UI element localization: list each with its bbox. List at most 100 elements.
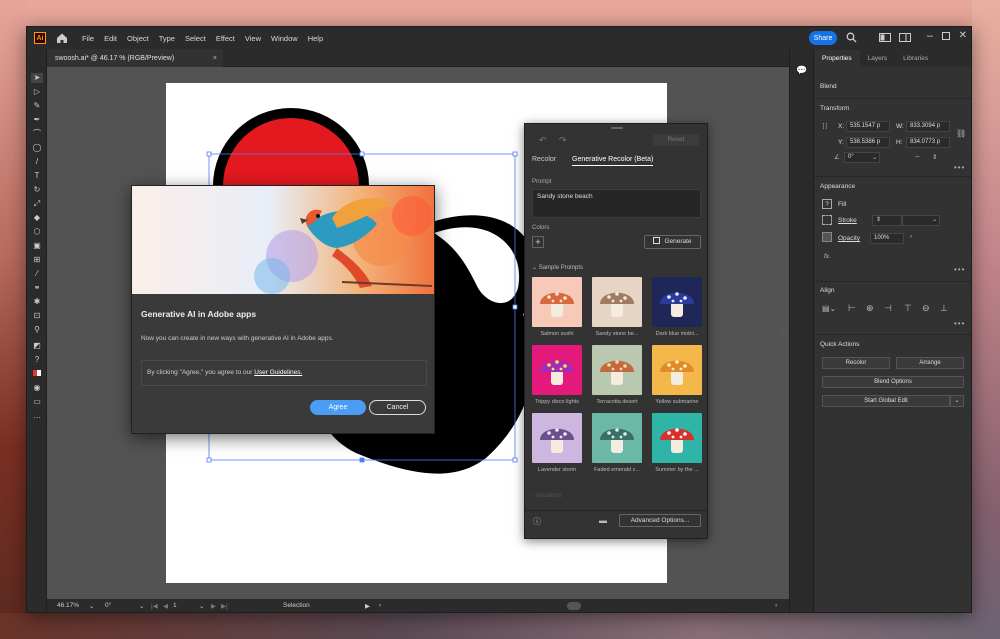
curvature-tool-icon[interactable]: ⌒ <box>31 129 43 139</box>
opacity-field[interactable]: 100% <box>870 233 904 244</box>
tab-properties[interactable]: Properties <box>814 50 860 67</box>
maximize-icon[interactable] <box>942 32 950 40</box>
recolor-button[interactable]: Recolor <box>822 357 890 369</box>
more-tools-icon[interactable]: ··· <box>31 413 43 423</box>
constrain-proportions-icon[interactable]: ⛓ <box>956 129 966 138</box>
tab-libraries[interactable]: Libraries <box>895 55 936 67</box>
appearance-more-icon[interactable]: ••• <box>954 265 965 274</box>
reference-point-icon[interactable]: ⁝⁝ <box>822 121 828 132</box>
folder-icon[interactable]: ▬ <box>599 516 607 525</box>
menu-file[interactable]: File <box>82 34 94 43</box>
advanced-options-button[interactable]: Advanced Options... <box>619 514 701 527</box>
fill-swatch-icon[interactable]: ? <box>822 199 832 209</box>
sample-prompt-thumbnail[interactable] <box>592 345 642 395</box>
sample-prompts-header[interactable]: ⌄ Sample Prompts <box>532 264 583 271</box>
align-left-icon[interactable]: ⊢ <box>848 303 856 314</box>
menu-help[interactable]: Help <box>308 34 323 43</box>
rotation-dropdown-icon[interactable]: ⌄ <box>139 602 144 610</box>
angle-dropdown-icon[interactable]: ⌄ <box>872 153 877 161</box>
menu-type[interactable]: Type <box>159 34 175 43</box>
arrange-documents-icon[interactable] <box>879 33 891 42</box>
magic-wand-tool-icon[interactable]: ✎ <box>31 101 43 111</box>
align-vertical-center-icon[interactable]: ⊖ <box>922 303 930 314</box>
align-right-icon[interactable]: ⊣ <box>884 303 892 314</box>
zoom-dropdown-icon[interactable]: ⌄ <box>89 602 94 610</box>
scroll-right-icon[interactable]: › <box>775 602 777 609</box>
flip-vertical-icon[interactable]: ⇕ <box>932 153 937 161</box>
generate-button[interactable]: Generate <box>644 235 701 249</box>
align-top-icon[interactable]: ⊤ <box>904 303 912 314</box>
start-global-edit-button[interactable]: Start Global Edit <box>822 395 950 407</box>
tab-recolor[interactable]: Recolor <box>532 156 556 163</box>
paintbrush-tool-icon[interactable]: / <box>31 157 43 167</box>
align-horizontal-center-icon[interactable]: ⊕ <box>866 303 874 314</box>
screen-mode-icon[interactable]: ▭ <box>31 397 43 407</box>
workspace-switcher-icon[interactable] <box>899 33 911 42</box>
prompt-input[interactable]: Sandy stone beach <box>532 189 701 218</box>
rotation-value[interactable]: 0° <box>105 602 111 609</box>
w-field[interactable]: 833.3094 p <box>906 121 950 132</box>
menu-object[interactable]: Object <box>127 34 149 43</box>
global-edit-dropdown-icon[interactable]: ⌄ <box>950 395 964 407</box>
sample-prompt-thumbnail[interactable] <box>532 277 582 327</box>
rotate-tool-icon[interactable]: ↻ <box>31 185 43 195</box>
direct-selection-tool-icon[interactable]: ▷ <box>31 87 43 97</box>
draw-mode-icon[interactable]: ◉ <box>31 383 43 393</box>
scroll-left-icon[interactable]: ‹ <box>379 602 381 609</box>
status-arrow-icon[interactable]: ▶ <box>365 602 370 610</box>
mesh-tool-icon[interactable]: ⊞ <box>31 255 43 265</box>
align-more-icon[interactable]: ••• <box>954 319 965 328</box>
home-icon[interactable] <box>56 32 68 44</box>
zoom-level[interactable]: 46.17% <box>57 602 79 609</box>
sample-prompt-thumbnail[interactable] <box>652 345 702 395</box>
search-icon[interactable] <box>846 32 857 43</box>
variations-header[interactable]: › Variations <box>532 493 562 499</box>
info-icon[interactable]: ⓘ <box>533 516 541 527</box>
align-to-icon[interactable]: ▤⌄ <box>822 304 836 313</box>
flip-horizontal-icon[interactable]: ⇔ <box>914 153 921 160</box>
next-artboard-icon[interactable]: ▶ <box>211 602 216 610</box>
width-tool-icon[interactable]: ⤢ <box>31 199 43 209</box>
menu-view[interactable]: View <box>245 34 261 43</box>
x-field[interactable]: 535.1547 p <box>846 121 890 132</box>
tab-layers[interactable]: Layers <box>860 55 896 67</box>
blend-options-button[interactable]: Blend Options <box>822 376 964 388</box>
transform-more-icon[interactable]: ••• <box>954 163 965 172</box>
zoom-tool-icon[interactable]: ⚲ <box>31 325 43 335</box>
artboard-dropdown-icon[interactable]: ⌄ <box>199 602 204 610</box>
default-colors-icon[interactable]: ? <box>31 355 43 365</box>
stroke-swatch-icon[interactable] <box>822 215 832 225</box>
sample-prompt-thumbnail[interactable] <box>592 277 642 327</box>
sample-prompt-thumbnail[interactable] <box>532 345 582 395</box>
menu-window[interactable]: Window <box>271 34 298 43</box>
agree-button[interactable]: Agree <box>310 400 366 415</box>
stroke-label[interactable]: Stroke <box>838 217 857 224</box>
fx-icon[interactable]: fx. <box>824 253 831 260</box>
add-color-button[interactable]: + <box>532 236 544 248</box>
artboard-number[interactable]: 1 <box>173 602 177 609</box>
shape-builder-tool-icon[interactable]: ⬡ <box>31 227 43 237</box>
eraser-tool-icon[interactable]: ◆ <box>31 213 43 223</box>
selection-tool-icon[interactable]: ➤ <box>31 73 43 83</box>
stroke-weight-field[interactable]: ⇕ <box>872 215 902 226</box>
sample-prompt-thumbnail[interactable] <box>592 413 642 463</box>
sample-prompt-thumbnail[interactable] <box>652 277 702 327</box>
last-artboard-icon[interactable]: ▶| <box>221 602 228 610</box>
document-tab[interactable]: swoosh.ai* @ 46.17 % (RGB/Preview) × <box>47 49 223 67</box>
share-button[interactable]: Share <box>809 31 837 45</box>
comments-icon[interactable]: 💬 <box>796 65 808 75</box>
ellipse-tool-icon[interactable]: ◯ <box>31 143 43 153</box>
tab-generative-recolor[interactable]: Generative Recolor (Beta) <box>572 156 654 166</box>
menu-edit[interactable]: Edit <box>104 34 117 43</box>
gradient-tool-icon[interactable]: ▣ <box>31 241 43 251</box>
arrange-button[interactable]: Arrange <box>896 357 964 369</box>
blend-tool-icon[interactable]: ⚭ <box>31 283 43 293</box>
eyedropper-tool-icon[interactable]: ⁄ <box>31 269 43 279</box>
horizontal-scrollbar[interactable] <box>567 602 581 610</box>
vertical-scrollbar[interactable] <box>779 327 787 339</box>
undo-icon[interactable]: ↶ <box>539 135 547 146</box>
sample-prompt-thumbnail[interactable] <box>532 413 582 463</box>
prev-artboard-icon[interactable]: ◀ <box>163 602 168 610</box>
h-field[interactable]: 834.0773 p <box>906 137 950 148</box>
y-field[interactable]: 538.5386 p <box>846 137 890 148</box>
